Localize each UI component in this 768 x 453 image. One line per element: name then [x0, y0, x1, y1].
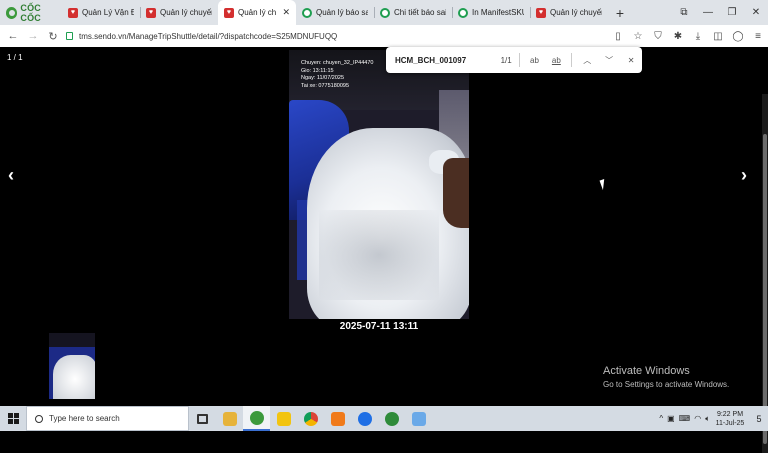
find-input[interactable]: HCM_BCH_001097	[395, 56, 495, 65]
tab-in-manifest-skus[interactable]: In ManifestSKUs	[452, 0, 530, 25]
minimize-icon[interactable]: —	[696, 7, 720, 18]
url-text: tms.sendo.vn/ManageTripShuttle/detail/?d…	[79, 31, 338, 41]
mouse-cursor	[599, 177, 611, 191]
find-bar: HCM_BCH_001097 1/1 ab ab ︿ ﹀ ✕	[386, 47, 642, 73]
coccoc-taskbar-icon-2[interactable]	[378, 406, 405, 431]
coccoc-icon	[6, 6, 18, 19]
wifi-icon[interactable]: ◠	[694, 414, 701, 423]
download-icon[interactable]: ⤓	[688, 31, 708, 42]
chevron-down-icon[interactable]: ﹀	[598, 55, 620, 66]
file-explorer-icon[interactable]	[216, 406, 243, 431]
page-icon[interactable]: ▯	[608, 31, 628, 42]
tab-quan-ly-chuyen-active[interactable]: ♥ Quản lý chu ✕	[218, 0, 296, 25]
green-sheet-icon	[302, 7, 312, 18]
app-orange-icon[interactable]	[324, 406, 351, 431]
match-case-button[interactable]: ab	[524, 56, 546, 65]
tab-chi-tiet-bao-sai[interactable]: Chi tiết báo sai	[374, 0, 452, 25]
taskbar: Type here to search ^ ▣ ⌨ ◠ 🔈︎ 9:22 PM 1…	[0, 406, 768, 431]
red-brand-icon: ♥	[146, 7, 156, 18]
chevron-up-icon[interactable]: ^	[659, 414, 663, 423]
forward-icon[interactable]: →	[23, 30, 43, 42]
taskbar-search[interactable]: Type here to search	[26, 406, 189, 431]
image-viewer: 1 / 1 ‹ › Chuyen: chuyen_32_IP44470 Gio:…	[0, 47, 768, 453]
sidebar-icon[interactable]: ◫	[708, 31, 728, 42]
zalo-icon[interactable]	[351, 406, 378, 431]
image-counter: 1 / 1	[7, 53, 23, 62]
window-controls: ⧉ — ❐ ✕	[672, 0, 768, 25]
coccoc-taskbar-icon[interactable]	[243, 406, 270, 431]
green-sheet-icon	[380, 7, 390, 18]
close-window-icon[interactable]: ✕	[744, 7, 768, 18]
toolbar-icons: ▯ ☆ ⛉ ✱ ⤓ ◫ ◯ ≡	[608, 25, 768, 47]
next-arrow-icon[interactable]: ›	[741, 165, 747, 186]
task-view-icon[interactable]	[189, 406, 216, 431]
profile-icon[interactable]: ◯	[728, 31, 748, 42]
activate-windows-watermark: Activate Windows Go to Settings to activ…	[603, 365, 730, 389]
search-placeholder: Type here to search	[49, 414, 120, 423]
new-tab-button[interactable]: +	[608, 0, 632, 25]
photo-caption: 2025-07-11 13:11	[339, 321, 419, 332]
whole-word-button[interactable]: ab	[545, 56, 567, 65]
red-brand-icon: ♥	[224, 7, 234, 18]
browser-window: CỐC CỐC ♥ Quản Lý Vận Đơ ♥ Quản lý chuyế…	[0, 0, 768, 453]
clock[interactable]: 9:22 PM 11-Jul-25	[714, 410, 746, 428]
find-match-count: 1/1	[500, 55, 512, 65]
red-brand-icon: ♥	[536, 7, 546, 18]
keyboard-icon[interactable]: ⌨	[679, 414, 691, 423]
coccoc-logo[interactable]: CỐC CỐC	[0, 0, 62, 25]
tab-label: Chi tiết báo sai	[394, 8, 446, 17]
back-icon[interactable]: ←	[3, 30, 23, 42]
brand-name: CỐC CỐC	[20, 2, 41, 23]
tab-label: Quản lý chu	[238, 8, 277, 17]
tab-strip: CỐC CỐC ♥ Quản Lý Vận Đơ ♥ Quản lý chuyế…	[0, 0, 768, 25]
tab-label: Quản lý chuyến	[550, 8, 602, 17]
toolbar: ← → ↻ tms.sendo.vn/ManageTripShuttle/det…	[0, 25, 768, 47]
app-blue-icon[interactable]	[405, 406, 432, 431]
system-tray: ^ ▣ ⌨ ◠ 🔈︎ 9:22 PM 11-Jul-25 5	[659, 406, 768, 431]
chevron-up-icon[interactable]: ︿	[576, 55, 598, 66]
green-sheet-icon	[458, 7, 468, 18]
windows-icon	[7, 413, 19, 424]
prev-arrow-icon[interactable]: ‹	[8, 165, 14, 186]
sticky-notes-icon[interactable]	[270, 406, 297, 431]
main-photo: Chuyen: chuyen_32_IP44470 Gio: 13:11:15 …	[289, 50, 469, 319]
tab-quan-ly-bao-sai[interactable]: Quản lý báo sai	[296, 0, 374, 25]
site-info-icon[interactable]	[66, 32, 73, 40]
reload-icon[interactable]: ↻	[43, 30, 63, 43]
search-icon	[35, 414, 43, 423]
notification-icon[interactable]: 5	[750, 406, 768, 431]
thumbnail[interactable]	[49, 333, 95, 399]
tab-label: Quản lý chuyến	[160, 8, 212, 17]
tab-label: Quản lý báo sai	[316, 8, 368, 17]
scrollbar[interactable]	[762, 94, 768, 453]
start-button[interactable]	[0, 406, 26, 431]
red-brand-icon: ♥	[68, 7, 78, 18]
tab-search-icon[interactable]: ⧉	[672, 7, 696, 18]
tab-label: In ManifestSKUs	[472, 8, 524, 17]
extensions-icon[interactable]: ✱	[668, 31, 688, 42]
tab-quan-ly-chuyen-1[interactable]: ♥ Quản lý chuyến	[140, 0, 218, 25]
address-bar[interactable]: tms.sendo.vn/ManageTripShuttle/detail/?d…	[66, 28, 606, 44]
tab-label: Quản Lý Vận Đơ	[82, 8, 134, 17]
volume-icon[interactable]: 🔈︎	[705, 414, 710, 424]
scroll-thumb[interactable]	[763, 134, 767, 444]
shield-icon[interactable]: ⛉	[648, 31, 668, 42]
tray-app-icon[interactable]: ▣	[667, 414, 675, 423]
menu-icon[interactable]: ≡	[748, 31, 768, 42]
close-icon[interactable]: ✕	[620, 56, 642, 65]
chrome-icon[interactable]	[297, 406, 324, 431]
photo-timestamp-overlay: Chuyen: chuyen_32_IP44470 Gio: 13:11:15 …	[301, 60, 374, 89]
tab-quan-ly-van-don[interactable]: ♥ Quản Lý Vận Đơ	[62, 0, 140, 25]
tab-quan-ly-chuyen-2[interactable]: ♥ Quản lý chuyến	[530, 0, 608, 25]
maximize-icon[interactable]: ❐	[720, 7, 744, 18]
star-icon[interactable]: ☆	[628, 31, 648, 42]
close-icon[interactable]: ✕	[282, 7, 290, 18]
